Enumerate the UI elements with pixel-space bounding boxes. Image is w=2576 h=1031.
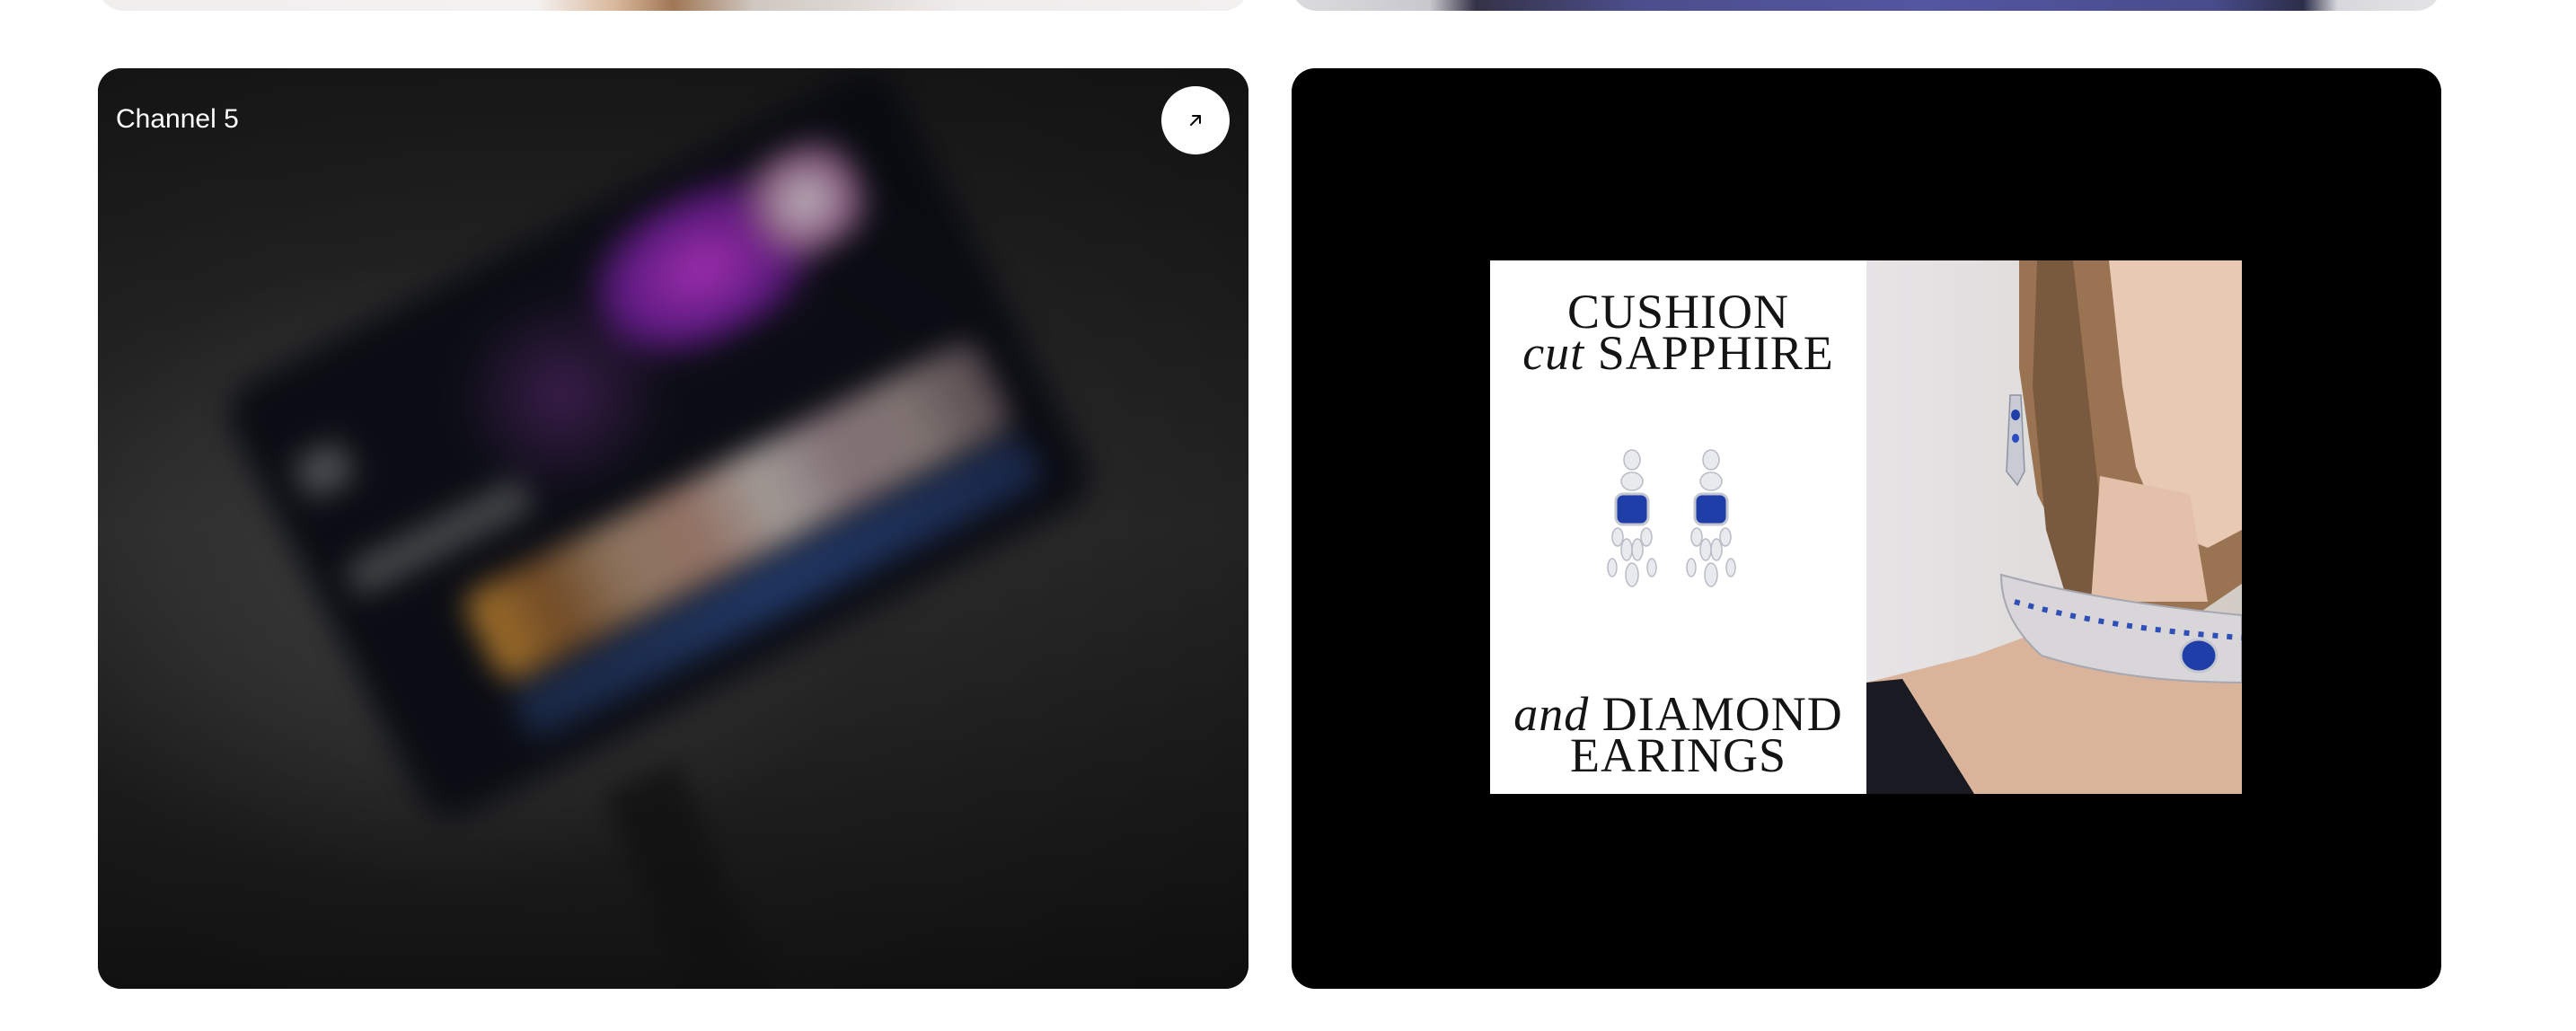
card-title: Channel 5 — [116, 104, 239, 134]
ad-headline-line-4: EARINGS — [1569, 728, 1786, 782]
sapphire-ad-image: CUSHION cut SAPPHIRE and DIAMOND EARINGS — [1490, 260, 2242, 794]
ad-headline-line-2: cut SAPPHIRE — [1522, 326, 1834, 380]
project-card-jewellery[interactable]: CUSHION cut SAPPHIRE and DIAMOND EARINGS — [1292, 68, 2441, 989]
model-with-necklace-image — [1866, 260, 2242, 794]
previous-card-left[interactable] — [98, 0, 1248, 11]
project-card-channel-5[interactable]: Channel 5 — [98, 68, 1248, 989]
arrow-up-right-icon — [1190, 115, 1201, 126]
previous-card-right[interactable] — [1292, 0, 2441, 11]
model-photo — [1866, 260, 2242, 794]
open-project-button[interactable] — [1161, 86, 1230, 154]
earrings-icon — [1607, 449, 1736, 587]
